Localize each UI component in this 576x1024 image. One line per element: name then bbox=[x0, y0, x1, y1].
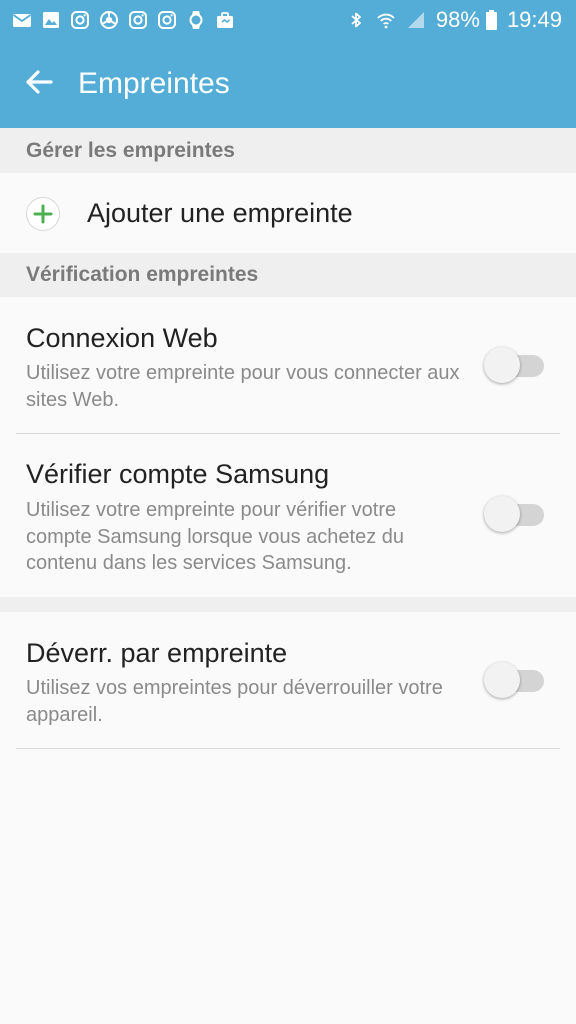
briefcase-icon bbox=[215, 10, 235, 30]
instagram-icon bbox=[70, 10, 90, 30]
wifi-icon bbox=[376, 10, 396, 30]
plus-icon bbox=[26, 197, 60, 231]
back-arrow-icon bbox=[26, 70, 53, 94]
toggle-thumb bbox=[484, 662, 520, 698]
notification-icons bbox=[12, 8, 244, 32]
toggle-thumb bbox=[484, 347, 520, 383]
clock: 19:49 bbox=[506, 7, 562, 32]
setting-description: Utilisez votre empreinte pour vérifier v… bbox=[26, 499, 404, 574]
page-title: Empreintes bbox=[78, 67, 230, 100]
gallery-icon bbox=[41, 10, 61, 30]
section-gap bbox=[0, 597, 576, 612]
setting-description: Utilisez votre empreinte pour vous conne… bbox=[26, 362, 460, 411]
battery-percent: 98% bbox=[435, 7, 480, 32]
email-icon bbox=[12, 10, 32, 30]
setting-fingerprint-unlock[interactable]: Déverr. par empreinte Utilisez vos empre… bbox=[0, 612, 576, 748]
add-fingerprint-button[interactable]: Ajouter une empreinte bbox=[0, 173, 576, 253]
status-bar: 98% 19:49 bbox=[0, 0, 576, 40]
setting-web-login[interactable]: Connexion Web Utilisez votre empreinte p… bbox=[0, 297, 576, 433]
setting-description: Utilisez vos empreintes pour déverrouill… bbox=[26, 677, 443, 726]
setting-title: Connexion Web bbox=[26, 323, 218, 353]
signal-icon bbox=[406, 10, 426, 30]
section-header-manage: Gérer les empreintes bbox=[0, 128, 576, 173]
divider bbox=[16, 748, 560, 749]
toggle-thumb bbox=[484, 496, 520, 532]
system-status: 98% 19:49 bbox=[346, 6, 562, 34]
section-header-verification: Vérification empreintes bbox=[0, 253, 576, 297]
instagram-icon bbox=[157, 10, 177, 30]
samsung-account-toggle[interactable] bbox=[484, 496, 546, 532]
setting-samsung-account[interactable]: Vérifier compte Samsung Utilisez votre e… bbox=[0, 434, 576, 597]
app-bar: Empreintes bbox=[0, 40, 576, 128]
fingerprint-unlock-toggle[interactable] bbox=[484, 662, 546, 698]
setting-title: Vérifier compte Samsung bbox=[26, 459, 330, 489]
battery-icon bbox=[485, 10, 497, 30]
web-login-toggle[interactable] bbox=[484, 347, 546, 383]
setting-title: Déverr. par empreinte bbox=[26, 638, 288, 668]
bluetooth-icon bbox=[346, 10, 366, 30]
screen: 98% 19:49 Empreintes Gérer les empreinte… bbox=[0, 0, 576, 1024]
back-button[interactable] bbox=[20, 62, 60, 102]
add-fingerprint-label: Ajouter une empreinte bbox=[87, 198, 353, 228]
watch-icon bbox=[186, 10, 206, 30]
chrome-icon bbox=[99, 10, 119, 30]
instagram-icon bbox=[128, 10, 148, 30]
